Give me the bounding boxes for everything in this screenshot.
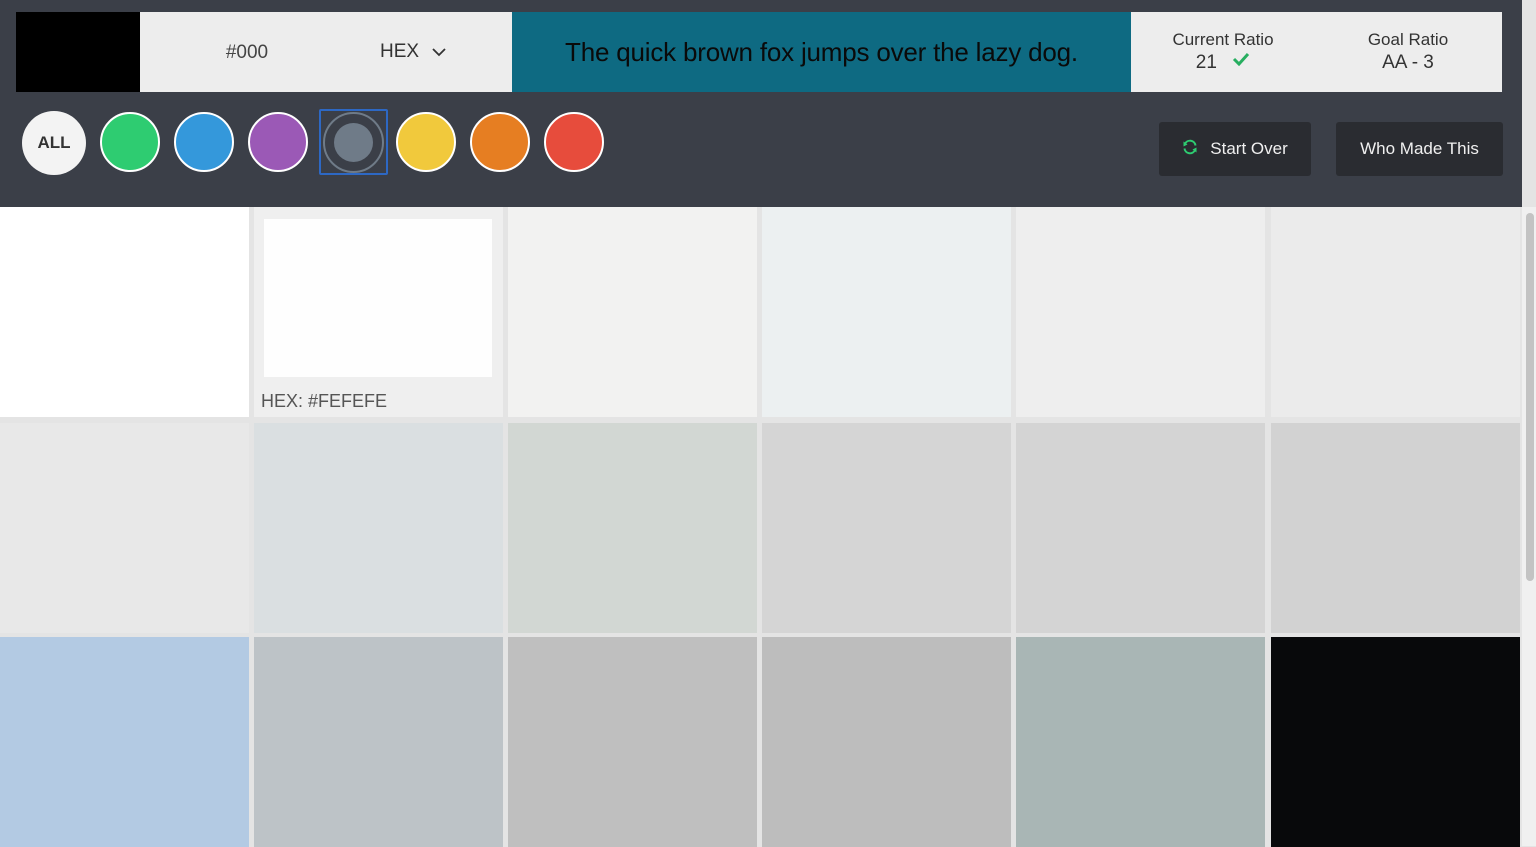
swatch-cell-selected[interactable]: HEX: #FEFEFE bbox=[254, 207, 503, 417]
chevron-down-icon bbox=[431, 47, 447, 57]
filter-grey-button[interactable] bbox=[319, 109, 388, 175]
filter-all-label: ALL bbox=[37, 133, 71, 152]
swatch-cell[interactable] bbox=[254, 423, 503, 633]
current-ratio-label: Current Ratio bbox=[1172, 30, 1274, 49]
swatch-hex-label: HEX: #FEFEFE bbox=[261, 391, 388, 411]
color-input-panel: HEX bbox=[140, 12, 512, 92]
current-ratio: Current Ratio 21 bbox=[1133, 30, 1313, 75]
swatch-cell[interactable] bbox=[762, 637, 1011, 847]
format-label: HEX bbox=[380, 41, 420, 62]
grey-swatch-circle bbox=[323, 112, 384, 173]
toolbar-header: HEX The quick brown fox jumps over the l… bbox=[0, 0, 1522, 207]
goal-ratio-value[interactable]: AA - 3 bbox=[1318, 51, 1498, 75]
swatch-cell[interactable] bbox=[508, 207, 757, 417]
who-made-label: Who Made This bbox=[1360, 139, 1479, 158]
filter-purple-button[interactable] bbox=[248, 112, 308, 172]
swatch-grid: HEX: #FEFEFE bbox=[0, 207, 1522, 847]
refresh-icon bbox=[1182, 139, 1198, 160]
ratio-panel: Current Ratio 21 Goal Ratio AA - 3 bbox=[1131, 12, 1502, 92]
filter-orange-button[interactable] bbox=[470, 112, 530, 172]
swatch-cell[interactable] bbox=[508, 637, 757, 847]
sample-text: The quick brown fox jumps over the lazy … bbox=[565, 36, 1078, 67]
filter-all-button[interactable]: ALL bbox=[22, 111, 86, 175]
start-over-button[interactable]: Start Over bbox=[1159, 122, 1311, 176]
swatch-cell[interactable] bbox=[0, 423, 249, 633]
format-select[interactable]: HEX bbox=[380, 38, 460, 66]
vertical-scrollbar[interactable] bbox=[1522, 207, 1536, 846]
color-value-input[interactable] bbox=[170, 38, 324, 68]
color-preview-swatch bbox=[16, 12, 148, 92]
goal-ratio-label: Goal Ratio bbox=[1367, 30, 1449, 49]
swatch-cell[interactable] bbox=[1271, 637, 1520, 847]
swatch-cell[interactable] bbox=[0, 637, 249, 847]
swatch-cell[interactable] bbox=[1016, 207, 1265, 417]
selected-swatch-chip bbox=[264, 219, 492, 377]
swatch-cell[interactable] bbox=[762, 423, 1011, 633]
swatch-cell[interactable] bbox=[1016, 637, 1265, 847]
sample-preview: The quick brown fox jumps over the lazy … bbox=[512, 12, 1131, 92]
current-ratio-value-row: 21 bbox=[1133, 51, 1313, 75]
filter-blue-button[interactable] bbox=[174, 112, 234, 172]
start-over-label: Start Over bbox=[1210, 139, 1288, 158]
filter-red-button[interactable] bbox=[544, 112, 604, 172]
swatch-cell[interactable] bbox=[762, 207, 1011, 417]
swatch-cell[interactable] bbox=[1271, 207, 1520, 417]
swatch-cell[interactable] bbox=[1016, 423, 1265, 633]
filter-yellow-button[interactable] bbox=[396, 112, 456, 172]
swatch-cell[interactable] bbox=[508, 423, 757, 633]
swatch-cell[interactable] bbox=[0, 207, 249, 417]
who-made-this-button[interactable]: Who Made This bbox=[1336, 122, 1503, 176]
scrollbar-thumb[interactable] bbox=[1526, 213, 1534, 581]
swatch-cell[interactable] bbox=[1271, 423, 1520, 633]
goal-ratio: Goal Ratio AA - 3 bbox=[1318, 30, 1498, 75]
swatch-cell[interactable] bbox=[254, 637, 503, 847]
filter-green-button[interactable] bbox=[100, 112, 160, 172]
current-ratio-value: 21 bbox=[1195, 52, 1217, 73]
check-icon bbox=[1232, 49, 1250, 73]
